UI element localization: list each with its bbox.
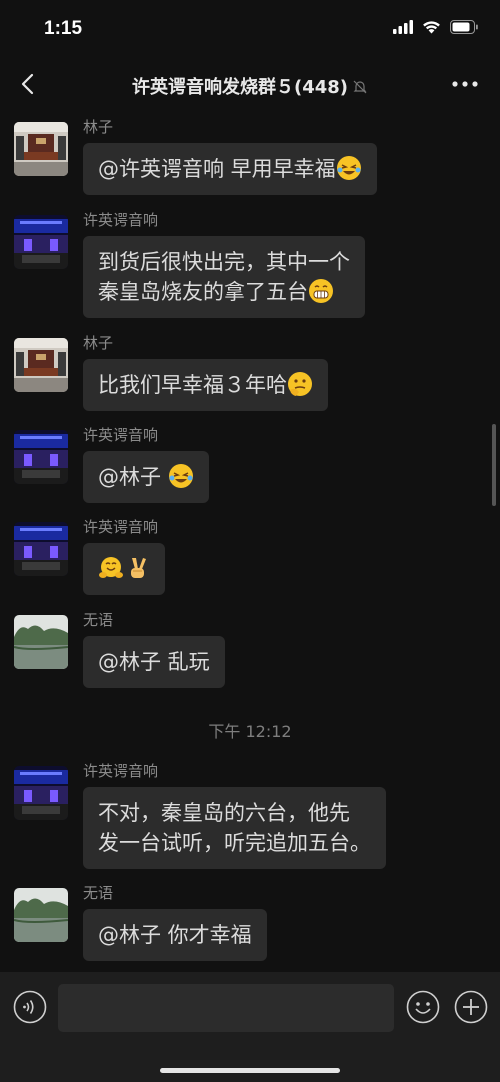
avatar-image-stage-icon [14,215,68,269]
avatar-image-lake-icon [14,888,68,942]
message-text: 不对，秦皇岛的六台，他先 发一台试听，听完追加五台。 [98,801,371,855]
message-bubble[interactable]: @林子 乱玩 [83,636,225,688]
avatar[interactable] [14,430,68,484]
signal-icon [393,20,413,34]
avatar-image-stage-icon [14,766,68,820]
thinking-emoji-icon [288,372,312,396]
avatar[interactable] [14,215,68,269]
laughing-tears-emoji-icon [168,464,193,488]
voice-input-button[interactable] [13,990,47,1024]
victory-hand-emoji-icon [131,558,146,578]
time-divider: 下午 12:12 [208,722,292,741]
message-bubble[interactable]: 到货后很快出完，其中一个 秦皇岛烧友的拿了五台 [83,236,365,318]
avatar[interactable] [14,766,68,820]
message-bubble[interactable]: @许英谔音响 早用早幸福 [83,143,377,195]
status-icons [393,20,478,34]
battery-icon [450,20,478,34]
avatar[interactable] [14,338,68,392]
plus-circle-icon [454,990,488,1024]
status-time: 1:15 [44,18,83,39]
sender-name: 许英谔音响 [83,426,159,444]
wifi-icon [423,21,440,34]
chat-title: 许英谔音响发烧群５(448) [0,73,500,99]
laughing-tears-emoji-icon [336,156,361,180]
message-text: 比我们早幸福３年哈 [98,373,287,397]
avatar-image-room-icon [14,122,68,176]
sender-name: 林子 [83,118,114,136]
message-text: @林子 你才幸福 [98,923,252,947]
message-text: @林子 乱玩 [98,650,210,674]
avatar-image-room-icon [14,338,68,392]
message-text: @林子 [98,465,168,489]
message-bubble[interactable]: @林子 [83,451,209,503]
nav-bar: 许英谔音响发烧群５(448) [0,58,500,110]
sender-name: 许英谔音响 [83,762,159,780]
status-bar: 1:15 [0,0,500,58]
more-actions-button[interactable] [454,990,488,1024]
sender-name: 许英谔音响 [83,211,159,229]
sender-name: 林子 [83,334,114,352]
smiley-icon [406,990,440,1024]
avatar[interactable] [14,615,68,669]
message-input[interactable] [58,984,394,1032]
sender-name: 无语 [83,884,114,902]
avatar-image-lake-icon [14,615,68,669]
more-button[interactable] [450,72,480,96]
more-dots-icon [452,81,478,87]
message-bubble[interactable] [83,543,165,595]
avatar-image-stage-icon [14,430,68,484]
chat-area[interactable]: 林子 @许英谔音响 早用早幸福 许英谔音响 到货后很快出完，其中一个 秦皇岛烧友… [0,110,500,972]
message-bubble[interactable]: @林子 你才幸福 [83,909,267,961]
voice-icon [13,990,47,1024]
avatar-image-stage-icon [14,522,68,576]
avatar[interactable] [14,888,68,942]
message-bubble[interactable]: 不对，秦皇岛的六台，他先 发一台试听，听完追加五台。 [83,787,386,869]
message-bubble[interactable]: 比我们早幸福３年哈 [83,359,328,411]
avatar[interactable] [14,522,68,576]
hug-emoji-icon [99,557,123,578]
avatar[interactable] [14,122,68,176]
scrollbar[interactable] [492,424,496,506]
grin-emoji-icon [309,279,333,303]
input-bar [0,972,500,1082]
sender-name: 无语 [83,611,114,629]
message-text: @许英谔音响 早用早幸福 [98,157,336,181]
home-indicator[interactable] [160,1068,340,1073]
chat-title-text: 许英谔音响发烧群５(448) [131,77,349,98]
sender-name: 许英谔音响 [83,518,159,536]
mute-bell-icon [353,80,367,94]
emoji-button[interactable] [406,990,440,1024]
